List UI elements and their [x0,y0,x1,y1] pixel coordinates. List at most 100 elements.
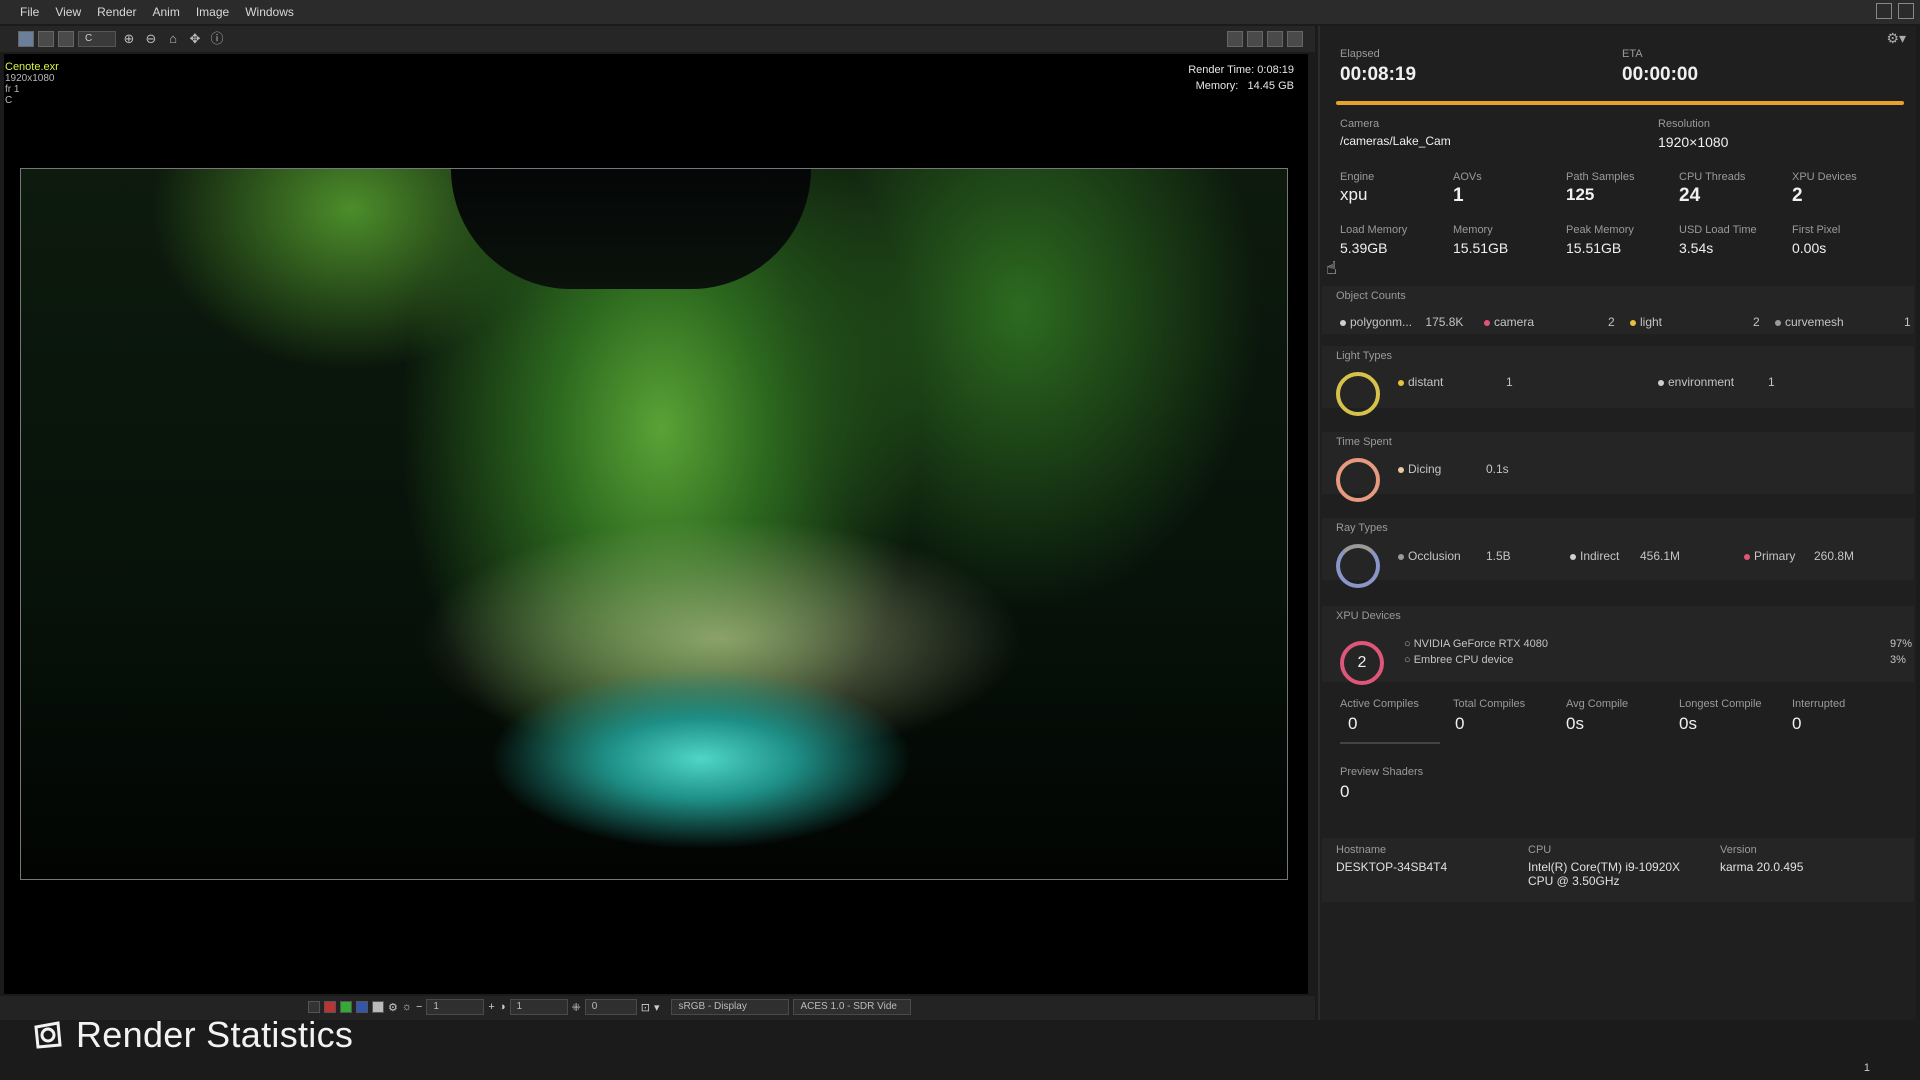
gamma-field[interactable]: 1 [509,999,568,1015]
layout-grid-icon[interactable] [1247,31,1263,47]
split-view-icon[interactable] [38,31,54,47]
xpu-device-embree-cpu-share: 3% [1890,654,1906,666]
zoom-in-icon[interactable]: ⊕ [120,30,138,48]
hand-cursor-icon: ☝ [1326,258,1337,278]
object-count-light: light [1630,315,1662,329]
light-types-label: Light Types [1336,350,1393,362]
restore-window-icon[interactable] [1876,3,1892,19]
xpu-device-rtx4080: ○ NVIDIA GeForce RTX 4080 [1404,638,1549,650]
caption-title: Render Statistics [76,1014,354,1055]
pan-icon[interactable]: ✥ [186,30,204,48]
dot-icon [1775,319,1781,326]
menu-render[interactable]: Render [91,3,142,21]
dot-icon [1484,319,1490,326]
file-name: Cenote.exr [5,61,59,73]
home-icon[interactable]: ⌂ [164,30,182,48]
memory-stat: Memory 15.51GB [1453,224,1509,256]
ray-types-ring-chart [1336,544,1380,588]
dot-icon [1570,553,1576,560]
layout-single-icon[interactable] [1227,31,1243,47]
menu-anim[interactable]: Anim [147,3,186,21]
render-info: Render Time: 0:08:19 Memory: 14.45 GB [1188,62,1294,94]
viewer-toolbar: C ⊕ ⊖ ⌂ ✥ ⓘ [0,26,1315,52]
xpu-devices-ring-chart: 2 [1340,641,1384,685]
aovs-stat: AOVs 1 [1453,171,1482,206]
ray-type-occlusion-value: 1.5B [1486,549,1511,563]
elapsed-stat: Elapsed 00:08:19 [1340,48,1417,85]
background-swatch-icon[interactable] [308,1001,320,1013]
object-count-curvemesh-value: 1 [1904,315,1911,329]
exposure-icon[interactable]: ⚙ [388,1001,398,1014]
brightness-icon[interactable]: ☼ [402,1001,412,1013]
time-spent-ring-chart [1336,458,1380,502]
view-transform-select[interactable]: ACES 1.0 - SDR Vide [793,999,912,1015]
object-count-camera-value: 2 [1608,315,1615,329]
active-compiles-stat: Active Compiles 0 [1340,698,1440,744]
frame-number: fr 1 [5,84,20,95]
xpu-device-rtx4080-share: 97% [1890,638,1913,650]
green-channel-icon[interactable] [340,1001,352,1013]
lut-icon[interactable]: ⊡ [641,1001,650,1014]
menu-view[interactable]: View [49,3,87,21]
single-view-icon[interactable] [18,31,34,47]
dot-icon [1398,466,1404,473]
longest-compile-stat: Longest Compile 0s [1679,698,1762,733]
compare-view-icon[interactable] [58,31,74,47]
fullscreen-icon[interactable] [1287,31,1303,47]
cave-opening-shape [451,169,811,289]
image-resolution: 1920x1080 [5,73,55,84]
path-samples-stat: Path Samples 125 [1566,171,1635,204]
alpha-channel-icon[interactable] [372,1001,384,1013]
total-compiles-stat: Total Compiles 0 [1453,698,1526,733]
dot-icon [1630,319,1636,326]
engine-stat: Engine xpu [1340,171,1375,204]
maximize-window-icon[interactable] [1898,3,1914,19]
channel-select[interactable]: C [78,31,116,47]
render-viewport[interactable]: Cenote.exr 1920x1080 fr 1 C Render Time:… [4,54,1308,994]
exposure-plus-icon[interactable]: + [488,1001,494,1013]
render-progress-bar [1336,101,1904,105]
gamma-icon[interactable]: ◑ [499,1001,506,1013]
zoom-out-icon[interactable]: ⊖ [142,30,160,48]
offset-icon[interactable]: ⁜ [572,1001,581,1014]
compile-progress-line [1340,742,1440,744]
display-select[interactable]: sRGB - Display [671,999,790,1015]
dot-icon [1398,553,1404,560]
time-spent-dicing-value: 0.1s [1486,462,1509,476]
caption: Render Statistics [32,1014,353,1056]
eta-stat: ETA 00:00:00 [1622,48,1699,85]
exposure-field[interactable]: 1 [426,999,485,1015]
menu-windows[interactable]: Windows [239,3,300,21]
hostname-stat: Hostname DESKTOP-34SB4T4 [1336,844,1448,874]
red-channel-icon[interactable] [324,1001,336,1013]
layout-quad-icon[interactable] [1267,31,1283,47]
light-type-environment: environment [1658,375,1734,389]
time-spent-label: Time Spent [1336,436,1392,448]
camera-stat: Camera /cameras/Lake_Cam [1340,118,1451,148]
object-count-curvemesh: curvemesh [1775,315,1844,329]
info-icon[interactable]: ⓘ [208,30,226,48]
version-stat: Version karma 20.0.495 [1720,844,1804,874]
settings-gear-icon[interactable]: ⚙▾ [1886,30,1906,47]
time-spent-dicing: Dicing [1398,462,1441,476]
offset-field[interactable]: 0 [584,999,637,1015]
object-counts-label: Object Counts [1336,290,1406,302]
exposure-minus-icon[interactable]: − [416,1001,422,1013]
object-count-camera: camera [1484,315,1534,329]
rendered-cenote-image [20,168,1288,880]
elapsed-value: 00:08:19 [1340,64,1417,85]
first-pixel-stat: First Pixel 0.00s [1792,224,1841,256]
preview-shaders-stat: Preview Shaders 0 [1340,766,1424,801]
menu-file[interactable]: File [14,3,45,21]
light-type-distant: distant [1398,375,1443,389]
blue-channel-icon[interactable] [356,1001,368,1013]
status-number: 1 [1863,1062,1870,1074]
object-count-light-value: 2 [1753,315,1760,329]
ray-type-primary-value: 260.8M [1814,549,1855,563]
interrupted-stat: Interrupted 0 [1792,698,1846,733]
object-count-polygonmesh: polygonm... 175.8K [1340,315,1463,329]
lut-dropdown-icon[interactable]: ▾ [654,1001,660,1014]
light-type-environment-value: 1 [1768,375,1775,389]
dot-icon [1340,319,1346,326]
menu-image[interactable]: Image [190,3,235,21]
